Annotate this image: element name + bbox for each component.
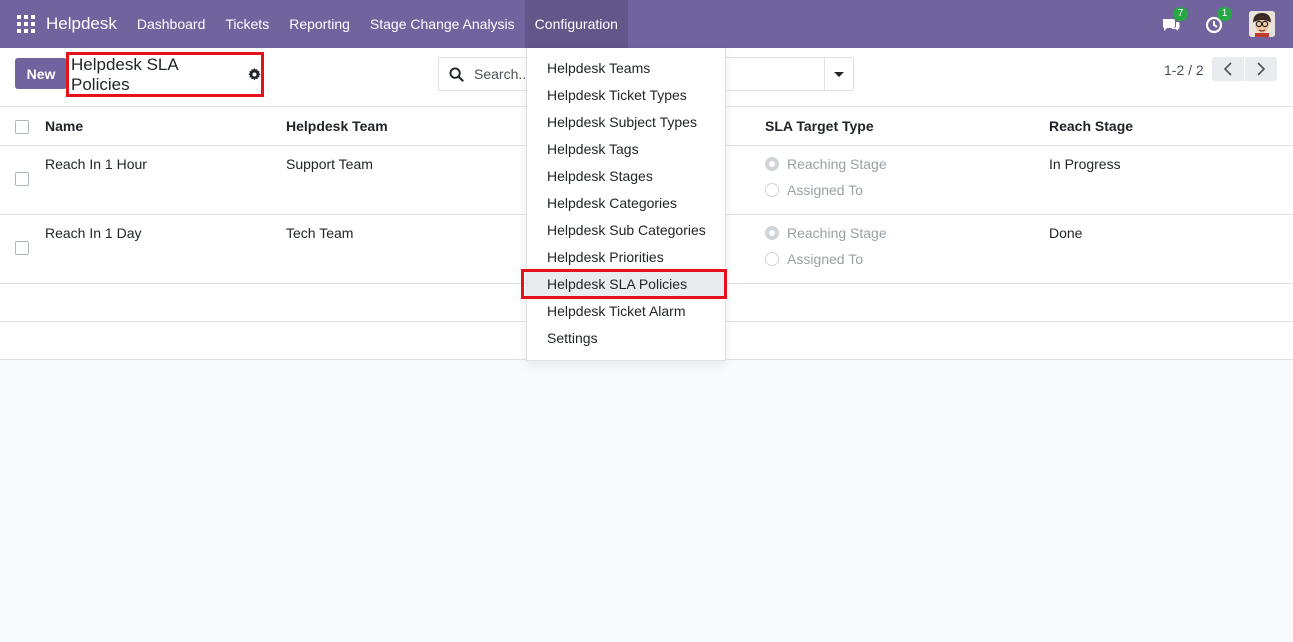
systray: 7 1 [1161, 0, 1293, 48]
select-all-checkbox[interactable] [15, 120, 29, 134]
radio-reaching-stage[interactable]: Reaching Stage [765, 225, 887, 241]
menu-item-helpdesk-stages[interactable]: Helpdesk Stages [527, 163, 725, 190]
row-checkbox[interactable] [15, 172, 29, 186]
radio-reaching-stage[interactable]: Reaching Stage [765, 156, 887, 172]
apps-grid-icon[interactable] [17, 15, 35, 33]
breadcrumb-highlight: Helpdesk SLA Policies [66, 52, 264, 97]
menu-item-helpdesk-sla-policies[interactable]: Helpdesk SLA Policies [527, 271, 725, 298]
top-navbar: Helpdesk Dashboard Tickets Reporting Sta… [0, 0, 1293, 48]
caret-down-icon [834, 71, 844, 77]
menu-item-helpdesk-ticket-types[interactable]: Helpdesk Ticket Types [527, 82, 725, 109]
column-header-team[interactable]: Helpdesk Team [286, 118, 388, 134]
user-avatar[interactable] [1249, 11, 1275, 37]
radio-label: Assigned To [787, 251, 864, 267]
gear-icon[interactable] [248, 68, 261, 81]
cell-name: Reach In 1 Hour [45, 156, 147, 172]
cell-reach-stage: In Progress [1049, 156, 1121, 172]
column-header-sla-target-type[interactable]: SLA Target Type [765, 118, 874, 134]
search-icon [449, 67, 464, 82]
pager-previous-button[interactable] [1212, 57, 1244, 81]
menu-item-helpdesk-sub-categories[interactable]: Helpdesk Sub Categories [527, 217, 725, 244]
new-button[interactable]: New [15, 58, 67, 89]
menu-dashboard[interactable]: Dashboard [127, 0, 216, 48]
menu-item-helpdesk-priorities[interactable]: Helpdesk Priorities [527, 244, 725, 271]
column-header-reach-stage[interactable]: Reach Stage [1049, 118, 1133, 134]
cell-team: Tech Team [286, 225, 354, 241]
column-header-name[interactable]: Name [45, 118, 83, 134]
chevron-left-icon [1223, 62, 1232, 76]
menu-item-helpdesk-ticket-alarm[interactable]: Helpdesk Ticket Alarm [527, 298, 725, 325]
radio-label: Assigned To [787, 182, 864, 198]
cell-team: Support Team [286, 156, 373, 172]
configuration-dropdown: Helpdesk Teams Helpdesk Ticket Types Hel… [526, 48, 726, 361]
radio-assigned-to[interactable]: Assigned To [765, 251, 863, 267]
menu-item-helpdesk-subject-types[interactable]: Helpdesk Subject Types [527, 109, 725, 136]
radio-selected-icon [765, 157, 779, 171]
chevron-right-icon [1257, 62, 1266, 76]
messages-badge: 7 [1173, 7, 1188, 21]
pager-value[interactable]: 1-2 / 2 [1164, 62, 1204, 78]
menu-item-helpdesk-categories[interactable]: Helpdesk Categories [527, 190, 725, 217]
radio-label: Reaching Stage [787, 225, 887, 241]
activities-badge: 1 [1217, 7, 1232, 21]
menu-reporting[interactable]: Reporting [279, 0, 360, 48]
menu-item-helpdesk-teams[interactable]: Helpdesk Teams [527, 55, 725, 82]
search-options-toggle[interactable] [824, 58, 853, 90]
radio-unselected-icon [765, 252, 779, 266]
page-title: Helpdesk SLA Policies [71, 54, 178, 94]
radio-assigned-to[interactable]: Assigned To [765, 182, 863, 198]
clock-icon[interactable]: 1 [1205, 7, 1232, 35]
menu-item-settings[interactable]: Settings [527, 325, 725, 352]
app-brand[interactable]: Helpdesk [46, 14, 117, 34]
pager-next-button[interactable] [1245, 57, 1277, 81]
row-checkbox[interactable] [15, 241, 29, 255]
menu-stage-change-analysis[interactable]: Stage Change Analysis [360, 0, 525, 48]
radio-unselected-icon [765, 183, 779, 197]
cell-reach-stage: Done [1049, 225, 1083, 241]
menu-configuration[interactable]: Configuration [524, 0, 628, 48]
menu-item-helpdesk-tags[interactable]: Helpdesk Tags [527, 136, 725, 163]
cell-name: Reach In 1 Day [45, 225, 142, 241]
radio-label: Reaching Stage [787, 156, 887, 172]
radio-selected-icon [765, 226, 779, 240]
chat-icon[interactable]: 7 [1161, 7, 1188, 35]
menu-tickets[interactable]: Tickets [215, 0, 279, 48]
